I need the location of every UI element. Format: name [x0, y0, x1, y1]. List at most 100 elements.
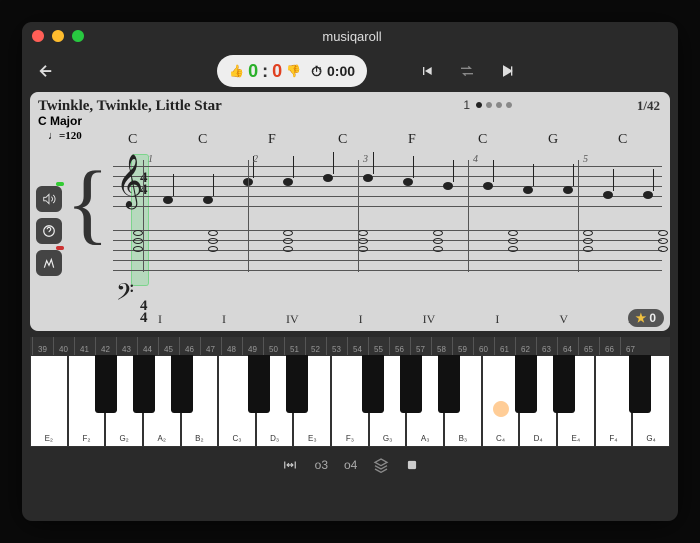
- roman-numeral: IV: [423, 312, 436, 327]
- grand-staff: { 𝄞 44: [38, 160, 662, 310]
- barline: [358, 160, 359, 272]
- chord-symbol: C: [478, 132, 488, 146]
- score-timer-pill: 👍 0 : 0 👎 ⏱ 0:00: [217, 55, 367, 87]
- traffic-lights: [32, 30, 84, 42]
- black-key[interactable]: [248, 355, 270, 413]
- layers-button[interactable]: [373, 457, 389, 473]
- star-count: 0: [649, 311, 656, 325]
- ruler-tick: 56: [389, 337, 409, 355]
- nav-dot[interactable]: [486, 102, 492, 108]
- piano-ruler[interactable]: 3940414243444546474849505152535455565758…: [30, 337, 670, 355]
- ruler-tick: 44: [137, 337, 157, 355]
- help-button[interactable]: [36, 218, 62, 244]
- octave-low-button[interactable]: o3: [315, 458, 328, 472]
- white-key[interactable]: C₄4: [482, 355, 520, 447]
- treble-notes: [163, 174, 678, 204]
- ruler-tick: 43: [116, 337, 136, 355]
- measure-number: 2: [253, 154, 258, 165]
- roman-numeral: IV: [286, 312, 299, 327]
- piano-keyboard: E₂F₂G₂A₂B₂C₃D₃E₃F₃G₃A₃B₃C₄4D₄E₄F₄G₄: [30, 355, 670, 447]
- timer-value: 0:00: [327, 63, 355, 79]
- roman-numeral: I: [222, 312, 226, 327]
- back-button[interactable]: [30, 55, 62, 87]
- titlebar: musiqaroll: [22, 22, 678, 50]
- black-key[interactable]: [553, 355, 575, 413]
- song-key: C Major: [38, 114, 82, 128]
- black-key[interactable]: [171, 355, 193, 413]
- ruler-tick: 40: [53, 337, 73, 355]
- barline: [143, 160, 144, 272]
- ruler-tick: 42: [95, 337, 115, 355]
- nav-dot[interactable]: [496, 102, 502, 108]
- white-key[interactable]: E₂: [30, 355, 68, 447]
- roman-numeral: I: [158, 312, 162, 327]
- accuracy-score: 👍 0 : 0 👎: [229, 61, 301, 82]
- octave-high-button[interactable]: o4: [344, 458, 357, 472]
- ruler-tick: 65: [578, 337, 598, 355]
- ruler-tick: 62: [515, 337, 535, 355]
- roman-numeral: I: [359, 312, 363, 327]
- window-title: musiqaroll: [84, 29, 620, 44]
- ruler-tick: 39: [32, 337, 52, 355]
- black-key[interactable]: [286, 355, 308, 413]
- settings-button[interactable]: [36, 250, 62, 276]
- nav-dot[interactable]: [506, 102, 512, 108]
- chord-symbol: F: [408, 132, 418, 146]
- ruler-tick: 48: [221, 337, 241, 355]
- sound-toggle-button[interactable]: [36, 186, 62, 212]
- ruler-tick: 67: [620, 337, 640, 355]
- zoom-window-button[interactable]: [72, 30, 84, 42]
- black-key[interactable]: [133, 355, 155, 413]
- black-key[interactable]: [95, 355, 117, 413]
- measure-number: 4: [473, 154, 478, 165]
- ruler-tick: 64: [557, 337, 577, 355]
- black-key[interactable]: [438, 355, 460, 413]
- bottom-toolbar: o3 o4: [26, 447, 674, 483]
- star-icon: ★: [636, 311, 647, 325]
- stop-button[interactable]: [405, 458, 419, 472]
- ruler-tick: 51: [284, 337, 304, 355]
- bass-chords: [133, 230, 668, 252]
- roman-numeral-row: IIIVIIVIVI: [158, 312, 662, 327]
- black-key[interactable]: [362, 355, 384, 413]
- page-number-label: 1: [463, 98, 470, 112]
- tempo-marking: ♩=120: [48, 130, 82, 142]
- minimize-window-button[interactable]: [52, 30, 64, 42]
- chord-symbol: C: [338, 132, 348, 146]
- page-dots: 1: [463, 98, 512, 112]
- black-key[interactable]: [629, 355, 651, 413]
- ruler-tick: 41: [74, 337, 94, 355]
- top-toolbar: 👍 0 : 0 👎 ⏱ 0:00: [22, 50, 678, 92]
- content-area: Twinkle, Twinkle, Little Star 1 1/42 C M…: [22, 92, 678, 521]
- ruler-tick: 49: [242, 337, 262, 355]
- ruler-tick: 52: [305, 337, 325, 355]
- song-title: Twinkle, Twinkle, Little Star: [38, 98, 222, 115]
- ruler-tick: 47: [200, 337, 220, 355]
- sheet-music-panel: Twinkle, Twinkle, Little Star 1 1/42 C M…: [30, 92, 670, 331]
- ruler-tick: 45: [158, 337, 178, 355]
- roman-numeral: I: [495, 312, 499, 327]
- chord-symbol: C: [618, 132, 628, 146]
- ruler-tick: 53: [326, 337, 346, 355]
- ruler-tick: 54: [347, 337, 367, 355]
- loop-button[interactable]: [451, 55, 483, 87]
- white-key[interactable]: F₄: [595, 355, 633, 447]
- star-badge[interactable]: ★ 0: [628, 309, 664, 327]
- app-window: musiqaroll 👍 0 : 0 👎 ⏱ 0:00: [22, 22, 678, 521]
- page-counter: 1/42: [637, 98, 660, 114]
- chord-symbol: C: [198, 132, 208, 146]
- barline: [578, 160, 579, 272]
- black-key[interactable]: [400, 355, 422, 413]
- ruler-tick: 46: [179, 337, 199, 355]
- ruler-tick: 58: [431, 337, 451, 355]
- ruler-tick: 63: [536, 337, 556, 355]
- fit-width-button[interactable]: [281, 458, 299, 472]
- ruler-tick: 59: [452, 337, 472, 355]
- close-window-button[interactable]: [32, 30, 44, 42]
- measure-number: 5: [583, 154, 588, 165]
- skip-previous-button[interactable]: [411, 55, 443, 87]
- black-key[interactable]: [515, 355, 537, 413]
- play-button[interactable]: [491, 55, 523, 87]
- barline: [468, 160, 469, 272]
- nav-dot[interactable]: [476, 102, 482, 108]
